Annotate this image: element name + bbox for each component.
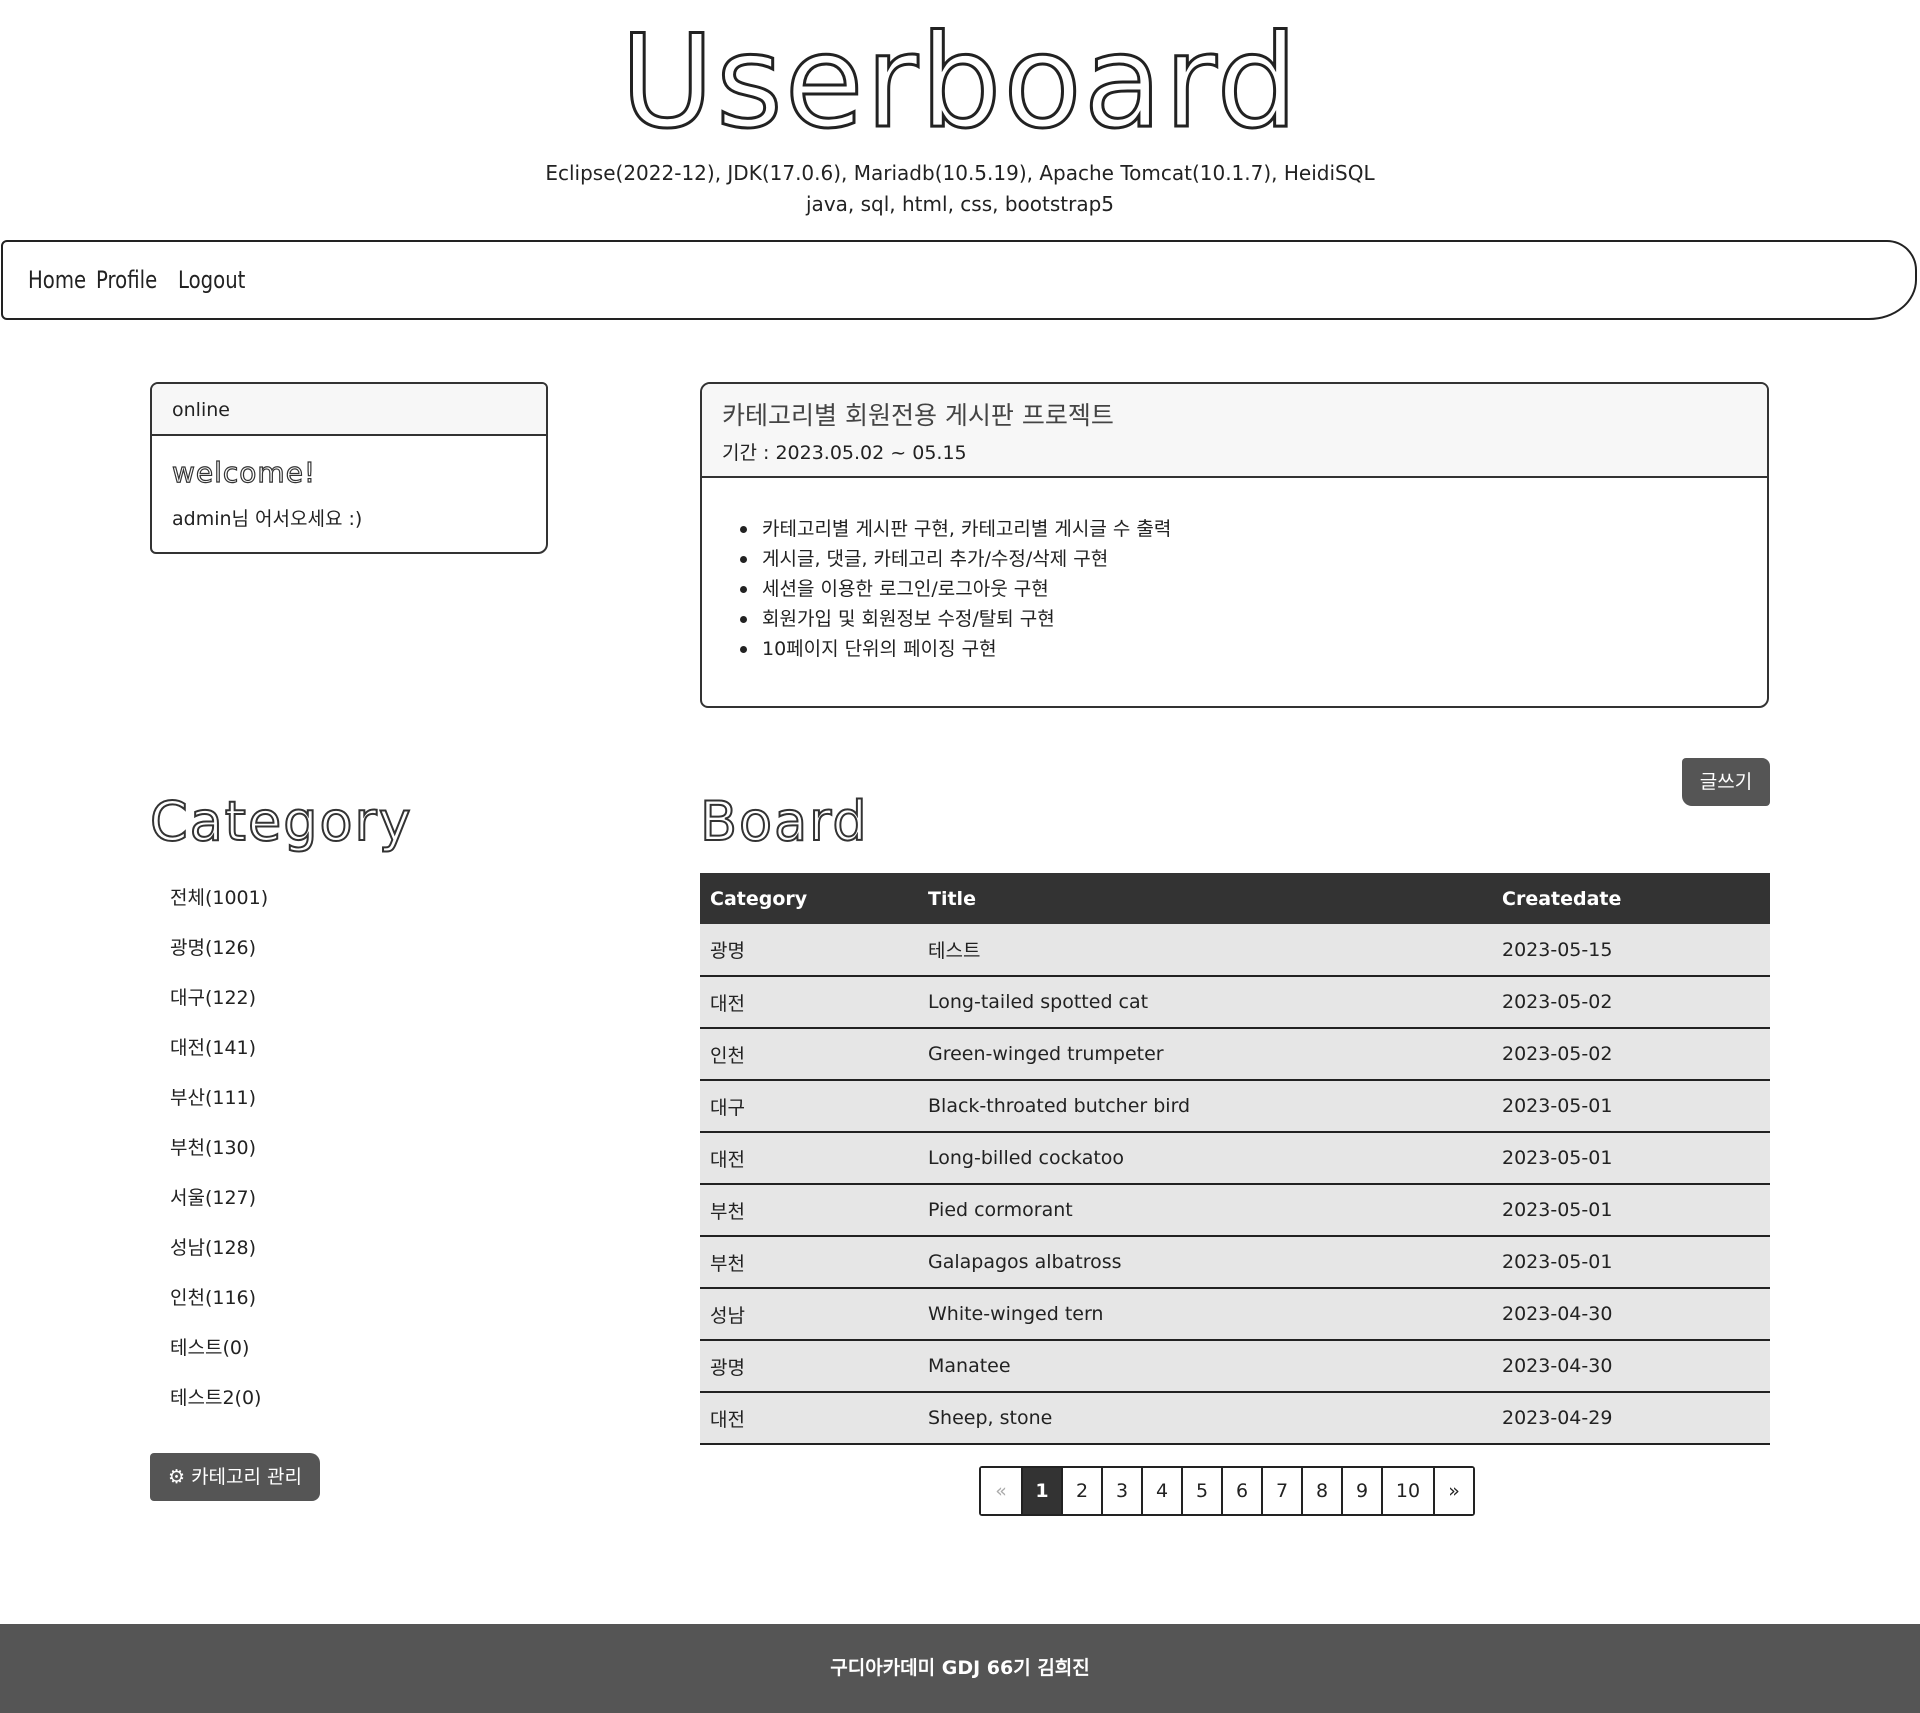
row-category: 대전 — [710, 1408, 745, 1431]
page-button[interactable]: 10 — [1381, 1468, 1433, 1514]
category-item[interactable]: 대전(141) — [170, 1028, 268, 1078]
board-heading: Board — [699, 789, 869, 854]
row-createdate: 2023-05-01 — [1502, 1095, 1613, 1117]
footer-credit: 구디아카데미 GDJ 66기 김희진 — [830, 1657, 1090, 1679]
page-prev-button[interactable]: « — [981, 1468, 1021, 1514]
feature-item: 회원가입 및 회원정보 수정/탈퇴 구현 — [740, 604, 1171, 634]
project-period: 기간 : 2023.05.02 ~ 05.15 — [722, 442, 967, 464]
page-button[interactable]: 9 — [1341, 1468, 1381, 1514]
nav-logout-link[interactable]: Logout — [178, 266, 245, 294]
row-createdate: 2023-05-01 — [1502, 1199, 1613, 1221]
page-button[interactable]: 7 — [1261, 1468, 1301, 1514]
tech-stack-line: Eclipse(2022-12), JDK(17.0.6), Mariadb(1… — [545, 161, 1375, 185]
row-createdate: 2023-05-01 — [1502, 1147, 1613, 1169]
category-item[interactable]: 테스트2(0) — [170, 1378, 268, 1428]
row-category: 부천 — [710, 1252, 745, 1275]
row-category: 대전 — [710, 1148, 745, 1171]
feature-item: 게시글, 댓글, 카테고리 추가/수정/삭제 구현 — [740, 544, 1171, 574]
row-title-link[interactable]: Sheep, stone — [918, 1392, 1492, 1444]
page-button[interactable]: 3 — [1101, 1468, 1141, 1514]
feature-item: 세션을 이용한 로그인/로그아웃 구현 — [740, 574, 1171, 604]
table-row[interactable]: 부천 Galapagos albatross 2023-05-01 — [700, 1236, 1770, 1288]
row-category: 대전 — [710, 992, 745, 1015]
row-title-link[interactable]: Galapagos albatross — [918, 1236, 1492, 1288]
table-row[interactable]: 성남 White-winged tern 2023-04-30 — [700, 1288, 1770, 1340]
category-item[interactable]: 성남(128) — [170, 1228, 268, 1278]
manage-category-button[interactable]: ⚙ 카테고리 관리 — [150, 1453, 320, 1501]
page-button[interactable]: 4 — [1141, 1468, 1181, 1514]
page-button[interactable]: 2 — [1061, 1468, 1101, 1514]
write-post-button[interactable]: 글쓰기 — [1682, 758, 1770, 806]
page-button[interactable]: 6 — [1221, 1468, 1261, 1514]
page-button-current[interactable]: 1 — [1021, 1468, 1061, 1514]
table-row[interactable]: 대전 Sheep, stone 2023-04-29 — [700, 1392, 1770, 1444]
row-title-link[interactable]: Long-billed cockatoo — [918, 1132, 1492, 1184]
table-row[interactable]: 대전 Long-billed cockatoo 2023-05-01 — [700, 1132, 1770, 1184]
row-title-link[interactable]: Pied cormorant — [918, 1184, 1492, 1236]
table-row[interactable]: 대전 Long-tailed spotted cat 2023-05-02 — [700, 976, 1770, 1028]
category-item[interactable]: 부산(111) — [170, 1078, 268, 1128]
feature-item: 10페이지 단위의 페이징 구현 — [740, 634, 1171, 664]
project-card: 카테고리별 회원전용 게시판 프로젝트 기간 : 2023.05.02 ~ 05… — [700, 382, 1769, 708]
row-category: 광명 — [710, 1356, 745, 1379]
online-card-header: online — [152, 384, 546, 436]
category-item[interactable]: 인천(116) — [170, 1278, 268, 1328]
row-createdate: 2023-04-30 — [1502, 1355, 1613, 1377]
footer: 구디아카데미 GDJ 66기 김희진 — [0, 1624, 1920, 1713]
table-row[interactable]: 광명 Manatee 2023-04-30 — [700, 1340, 1770, 1392]
column-header-title: Title — [928, 887, 976, 910]
row-title-link[interactable]: White-winged tern — [918, 1288, 1492, 1340]
row-title-link[interactable]: Manatee — [918, 1340, 1492, 1392]
row-createdate: 2023-04-29 — [1502, 1407, 1613, 1429]
column-header-createdate: Createdate — [1502, 887, 1622, 910]
row-category: 성남 — [710, 1304, 745, 1327]
category-list: 전체(1001) 광명(126) 대구(122) 대전(141) 부산(111)… — [170, 878, 268, 1428]
project-card-header: 카테고리별 회원전용 게시판 프로젝트 기간 : 2023.05.02 ~ 05… — [702, 384, 1767, 478]
welcome-heading: welcome! — [171, 455, 317, 489]
row-category: 광명 — [710, 940, 745, 962]
site-title: Userboard — [619, 7, 1300, 159]
page-button[interactable]: 5 — [1181, 1468, 1221, 1514]
table-row[interactable]: 부천 Pied cormorant 2023-05-01 — [700, 1184, 1770, 1236]
row-title-link[interactable]: 테스트 — [918, 924, 1492, 976]
row-category: 인천 — [710, 1044, 745, 1067]
row-category: 부천 — [710, 1200, 745, 1223]
row-title-link[interactable]: Green-winged trumpeter — [918, 1028, 1492, 1080]
table-row[interactable]: 광명 테스트 2023-05-15 — [700, 924, 1770, 976]
row-createdate: 2023-05-15 — [1502, 938, 1613, 961]
row-category: 대구 — [710, 1096, 745, 1119]
project-title: 카테고리별 회원전용 게시판 프로젝트 — [722, 401, 1114, 430]
row-title-link[interactable]: Black-throated butcher bird — [918, 1080, 1492, 1132]
row-createdate: 2023-05-02 — [1502, 991, 1613, 1013]
category-item-all[interactable]: 전체(1001) — [170, 878, 268, 928]
page-next-button[interactable]: » — [1433, 1468, 1473, 1514]
row-createdate: 2023-05-01 — [1502, 1251, 1613, 1273]
language-stack-line: java, sql, html, css, bootstrap5 — [806, 192, 1114, 216]
feature-item: 카테고리별 게시판 구현, 카테고리별 게시글 수 출력 — [740, 514, 1171, 544]
category-item[interactable]: 대구(122) — [170, 978, 268, 1028]
board-table: Category Title Createdate 광명 테스트 2023-05… — [700, 873, 1770, 1445]
page-button[interactable]: 8 — [1301, 1468, 1341, 1514]
category-item[interactable]: 테스트(0) — [170, 1328, 268, 1378]
row-createdate: 2023-04-30 — [1502, 1303, 1613, 1325]
table-row[interactable]: 대구 Black-throated butcher bird 2023-05-0… — [700, 1080, 1770, 1132]
column-header-category: Category — [710, 887, 808, 910]
table-header-row: Category Title Createdate — [700, 873, 1770, 924]
welcome-message: admin님 어서오세요 :) — [172, 508, 363, 530]
category-item[interactable]: 부천(130) — [170, 1128, 268, 1178]
category-item[interactable]: 광명(126) — [170, 928, 268, 978]
online-card: online welcome! admin님 어서오세요 :) — [150, 382, 548, 554]
pagination: « 1 2 3 4 5 6 7 8 9 10 » — [979, 1466, 1475, 1516]
table-row[interactable]: 인천 Green-winged trumpeter 2023-05-02 — [700, 1028, 1770, 1080]
navbar: Home Profile Logout — [1, 240, 1917, 320]
nav-profile-link[interactable]: Profile — [96, 266, 157, 294]
category-item[interactable]: 서울(127) — [170, 1178, 268, 1228]
row-createdate: 2023-05-02 — [1502, 1043, 1613, 1065]
feature-list: 카테고리별 게시판 구현, 카테고리별 게시글 수 출력 게시글, 댓글, 카테… — [740, 514, 1171, 664]
nav-home-link[interactable]: Home — [28, 266, 86, 294]
category-heading: Category — [149, 789, 413, 854]
row-title-link[interactable]: Long-tailed spotted cat — [918, 976, 1492, 1028]
